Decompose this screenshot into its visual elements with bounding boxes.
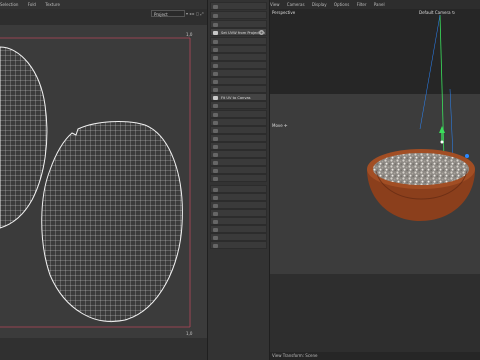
command-icon	[213, 203, 218, 208]
uv-canvas[interactable]: 1,0 1,0	[0, 25, 207, 338]
command-icon	[213, 63, 218, 68]
menu-view[interactable]: View	[270, 2, 280, 7]
menu-selection[interactable]: Selection	[0, 2, 18, 7]
command-icon	[213, 219, 218, 224]
command-icon	[213, 128, 218, 133]
uv-island-left	[0, 46, 48, 229]
cmd-slot-1[interactable]	[210, 2, 267, 10]
cmd-slot-6[interactable]	[210, 53, 267, 61]
command-icon	[213, 235, 218, 240]
cmd-slot-23[interactable]	[210, 201, 267, 209]
command-icon	[213, 176, 218, 181]
command-icon	[213, 13, 218, 18]
menu-display[interactable]: Display	[312, 2, 327, 7]
cmd-slot-2[interactable]	[210, 11, 267, 19]
command-icon	[213, 47, 218, 52]
menu-cameras[interactable]: Cameras	[287, 2, 305, 7]
cmd-slot-3[interactable]	[210, 20, 267, 28]
gizmo-z-handle	[465, 154, 469, 158]
command-icon	[213, 187, 218, 192]
cmd-slot-12[interactable]	[210, 110, 267, 118]
view-label: Perspective	[272, 10, 296, 15]
cmd-slot-5[interactable]	[210, 45, 267, 53]
cmd-slot-16[interactable]	[210, 142, 267, 150]
command-icon	[213, 195, 218, 200]
cmd-slot-24[interactable]	[210, 209, 267, 217]
cmd-slot-9[interactable]	[210, 77, 267, 85]
projection-icon	[213, 30, 218, 35]
uv-menubar: Selection Fold Texture	[0, 0, 207, 9]
cmd-slot-11[interactable]	[210, 101, 267, 109]
command-icon	[213, 71, 218, 76]
move-tool-label[interactable]: Move ✛	[272, 123, 287, 128]
command-icon	[213, 168, 218, 173]
menu-panel[interactable]: Panel	[374, 2, 385, 7]
command-icon	[213, 4, 218, 9]
project-dropdown[interactable]: Project	[151, 10, 185, 17]
menu-texture[interactable]: Texture	[45, 2, 60, 7]
gizmo-center	[440, 140, 444, 144]
gravel-surface	[373, 153, 469, 185]
cmd-slot-28[interactable]	[210, 241, 267, 249]
fit-canvas-icon	[213, 95, 218, 100]
uv-toolbar: Project ▾ ◂ ▸ ◻ ⤢	[0, 9, 207, 26]
viewport-status-bar: View Transform: Scene	[270, 352, 480, 360]
camera-label[interactable]: Default Camera ↻	[419, 10, 455, 15]
cmd-slot-27[interactable]	[210, 233, 267, 241]
menu-options[interactable]: Options	[334, 2, 349, 7]
cmd-slot-14[interactable]	[210, 126, 267, 134]
uv-corner-bottom-right: 1,0	[186, 331, 193, 336]
command-icon	[213, 79, 218, 84]
fit-uv-to-canvas-label: Fit UV to Canvas	[221, 96, 251, 100]
cmd-slot-25[interactable]	[210, 217, 267, 225]
cmd-slot-17[interactable]	[210, 150, 267, 158]
command-icon	[213, 120, 218, 125]
command-icon	[213, 39, 218, 44]
command-icon	[213, 112, 218, 117]
viewport-panel: View Cameras Display Options Filter Pane…	[270, 0, 480, 360]
cmd-slot-7[interactable]	[210, 61, 267, 69]
command-icon	[213, 211, 218, 216]
viewport-3d[interactable]: Perspective Default Camera ↻ Move ✛	[270, 9, 480, 352]
command-icon	[213, 243, 218, 248]
command-icon	[213, 87, 218, 92]
uv-corner-top-right: 1,0	[186, 32, 193, 37]
command-icon	[213, 22, 218, 27]
command-icon	[213, 55, 218, 60]
cmd-slot-19[interactable]	[210, 166, 267, 174]
cmd-slot-15[interactable]	[210, 134, 267, 142]
viewport-menubar: View Cameras Display Options Filter Pane…	[270, 0, 480, 9]
menu-filter[interactable]: Filter	[357, 2, 367, 7]
cmd-slot-13[interactable]	[210, 118, 267, 126]
command-icon	[213, 136, 218, 141]
uv-bottom-bar	[0, 338, 207, 360]
command-icon	[213, 144, 218, 149]
add-icon[interactable]: +	[259, 30, 264, 35]
set-uvw-from-projection-button[interactable]: Set UVW from Projection +	[210, 28, 267, 36]
uv-island-right	[41, 121, 183, 322]
uv-commands-panel: Set UVW from Projection + Fit UV to Canv…	[207, 0, 270, 360]
uv-toolbar-icons[interactable]: ▾ ◂ ▸ ◻ ⤢	[186, 10, 204, 17]
cmd-slot-10[interactable]	[210, 85, 267, 93]
cmd-slot-20[interactable]	[210, 174, 267, 182]
command-icon	[213, 103, 218, 108]
cmd-slot-21[interactable]	[210, 185, 267, 193]
uv-editor-panel: Selection Fold Texture Project ▾ ◂ ▸ ◻ ⤢…	[0, 0, 207, 360]
command-icon	[213, 152, 218, 157]
command-icon	[213, 160, 218, 165]
command-icon	[213, 227, 218, 232]
cmd-slot-4[interactable]	[210, 37, 267, 45]
menu-fold[interactable]: Fold	[28, 2, 36, 7]
cmd-slot-22[interactable]	[210, 193, 267, 201]
fit-uv-to-canvas-button[interactable]: Fit UV to Canvas	[210, 93, 267, 101]
cmd-slot-26[interactable]	[210, 225, 267, 233]
cmd-slot-8[interactable]	[210, 69, 267, 77]
uv-mesh-svg: 1,0 1,0	[0, 32, 193, 336]
cmd-slot-18[interactable]	[210, 158, 267, 166]
viewport-scene-svg	[270, 9, 480, 352]
